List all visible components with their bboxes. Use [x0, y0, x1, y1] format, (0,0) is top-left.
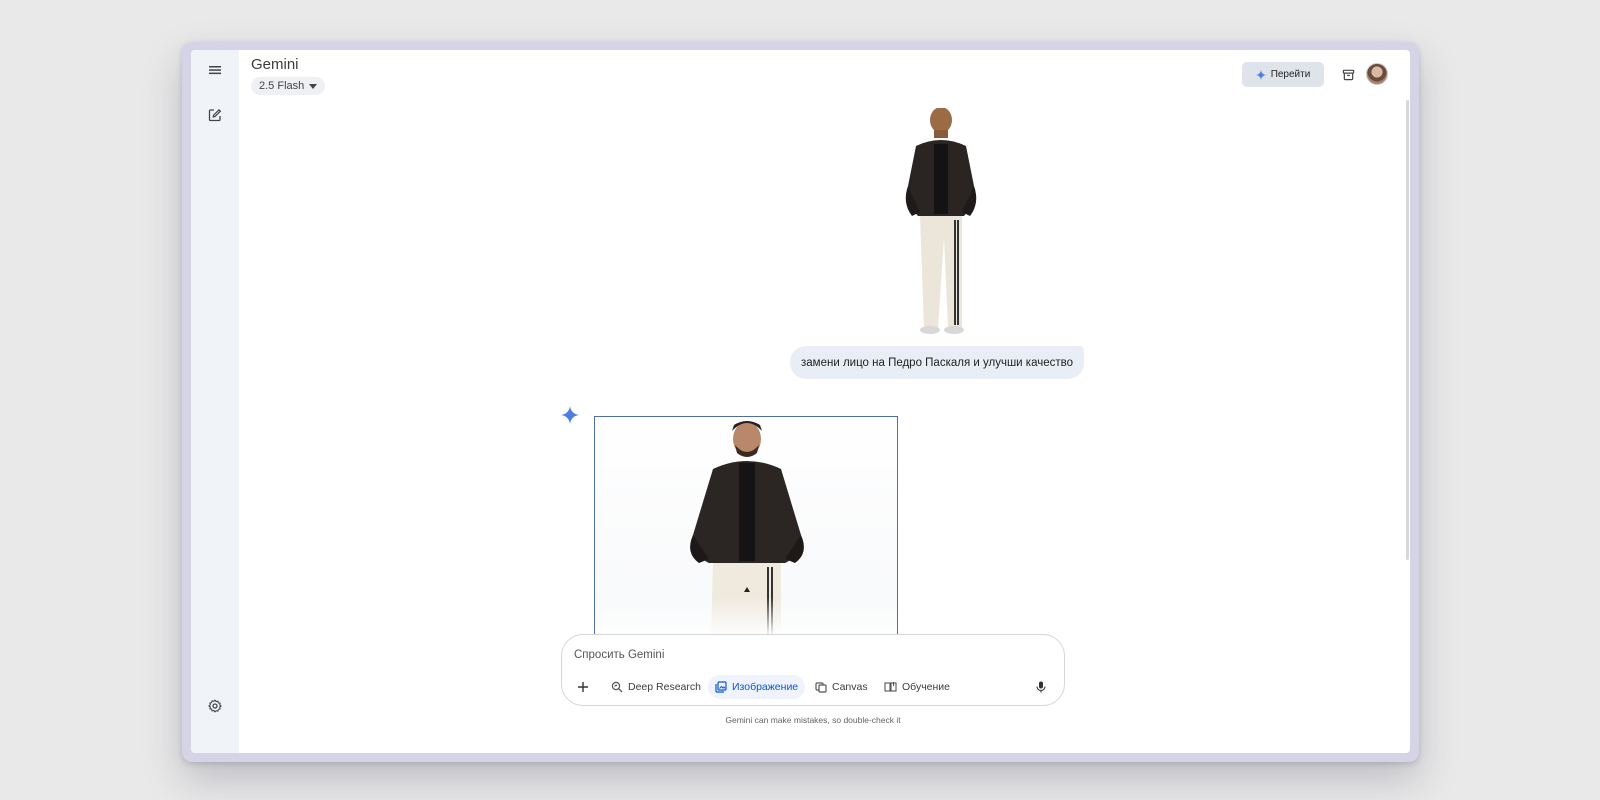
- tool-canvas[interactable]: Canvas: [808, 675, 875, 699]
- generated-image[interactable]: [594, 416, 898, 638]
- learning-icon: [884, 682, 897, 692]
- gemini-spark-icon: [1255, 69, 1266, 80]
- temporary-chat-button[interactable]: [1339, 65, 1357, 83]
- image-icon: [715, 681, 727, 693]
- tool-label: Canvas: [832, 681, 868, 693]
- tool-label: Обучение: [902, 681, 951, 693]
- menu-button[interactable]: [203, 58, 227, 82]
- deep-research-icon: [611, 681, 623, 693]
- add-attachment-button[interactable]: [572, 675, 594, 699]
- model-selector[interactable]: 2.5 Flash: [251, 77, 326, 95]
- sidebar-rail: [191, 50, 239, 753]
- app-title: Gemini: [251, 56, 299, 73]
- gemini-spark-icon: [561, 406, 579, 424]
- microphone-button[interactable]: [1030, 675, 1052, 699]
- composer: Deep Research Изображение Canvas: [561, 634, 1065, 706]
- prompt-input[interactable]: [574, 645, 1044, 665]
- tool-label: Deep Research: [628, 681, 701, 693]
- user-message-bubble: замени лицо на Педро Паскаля и улучши ка…: [790, 346, 1085, 379]
- tool-deep-research[interactable]: Deep Research: [604, 675, 708, 699]
- tool-image[interactable]: Изображение: [708, 675, 806, 699]
- archive-icon: [1342, 69, 1354, 80]
- avatar[interactable]: [1366, 63, 1388, 85]
- tool-label: Изображение: [732, 681, 799, 693]
- tool-learning[interactable]: Обучение: [877, 675, 957, 699]
- image-fade: [595, 597, 897, 637]
- canvas-icon: [815, 682, 827, 693]
- microphone-icon: [1036, 681, 1046, 693]
- uploaded-photo[interactable]: [894, 108, 1024, 336]
- menu-icon: [209, 66, 221, 75]
- upgrade-button[interactable]: Перейти: [1242, 62, 1324, 87]
- settings-button[interactable]: [203, 694, 227, 718]
- gear-icon: [208, 699, 222, 713]
- caret-down-icon: [309, 83, 318, 89]
- scrollbar[interactable]: [1406, 100, 1409, 560]
- model-label: 2.5 Flash: [259, 80, 305, 92]
- plus-icon: [578, 682, 588, 692]
- upgrade-button-label: Перейти: [1270, 69, 1311, 80]
- new-chat-button[interactable]: [203, 103, 227, 127]
- disclaimer: Gemini can make mistakes, so double-chec…: [725, 715, 901, 725]
- edit-icon: [208, 108, 222, 122]
- main-area: Gemini 2.5 Flash Перейти замени лицо на …: [239, 50, 1410, 753]
- composer-toolbar: Deep Research Изображение Canvas Обучени…: [568, 675, 1058, 699]
- gemini-window: Gemini 2.5 Flash Перейти замени лицо на …: [191, 50, 1410, 753]
